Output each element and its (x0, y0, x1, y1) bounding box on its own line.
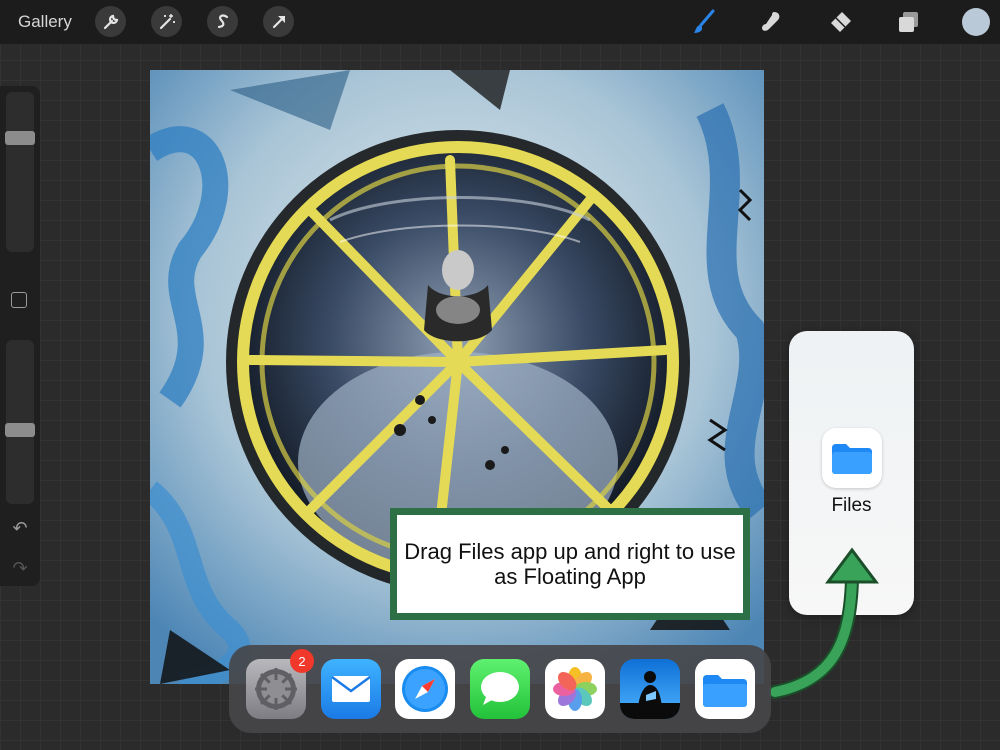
smudge-icon[interactable] (757, 8, 785, 36)
photos-app-icon[interactable] (545, 659, 605, 719)
redo-icon[interactable]: ↷ (8, 558, 32, 579)
settings-notification-badge: 2 (290, 649, 314, 673)
brush-size-thumb[interactable] (5, 131, 35, 145)
magic-wand-icon[interactable] (151, 6, 182, 37)
brush-size-slider[interactable] (5, 92, 35, 252)
opacity-slider[interactable] (5, 340, 35, 504)
instruction-callout: Drag Files app up and right to use as Fl… (390, 508, 750, 620)
layers-icon[interactable] (894, 8, 922, 36)
files-dock-icon[interactable] (695, 659, 755, 719)
kindle-app-icon[interactable] (620, 659, 680, 719)
callout-text: Drag Files app up and right to use as Fl… (397, 515, 743, 613)
top-toolbar: Gallery (0, 0, 1000, 44)
transform-arrow-icon[interactable] (263, 6, 294, 37)
eraser-icon[interactable] (826, 8, 854, 36)
messages-app-icon[interactable] (470, 659, 530, 719)
gallery-button[interactable]: Gallery (18, 12, 72, 32)
safari-app-icon[interactable] (395, 659, 455, 719)
left-sidebar: ↶ ↷ (0, 86, 40, 586)
opacity-thumb[interactable] (5, 423, 35, 437)
brush-icon[interactable] (690, 8, 718, 36)
files-label: Files (831, 495, 872, 516)
modify-button[interactable] (11, 292, 27, 308)
wrench-icon[interactable] (95, 6, 126, 37)
color-picker[interactable] (962, 8, 990, 36)
selection-s-icon[interactable] (207, 6, 238, 37)
undo-icon[interactable]: ↶ (8, 518, 32, 539)
files-app-icon[interactable] (822, 428, 882, 488)
mail-app-icon[interactable] (321, 659, 381, 719)
